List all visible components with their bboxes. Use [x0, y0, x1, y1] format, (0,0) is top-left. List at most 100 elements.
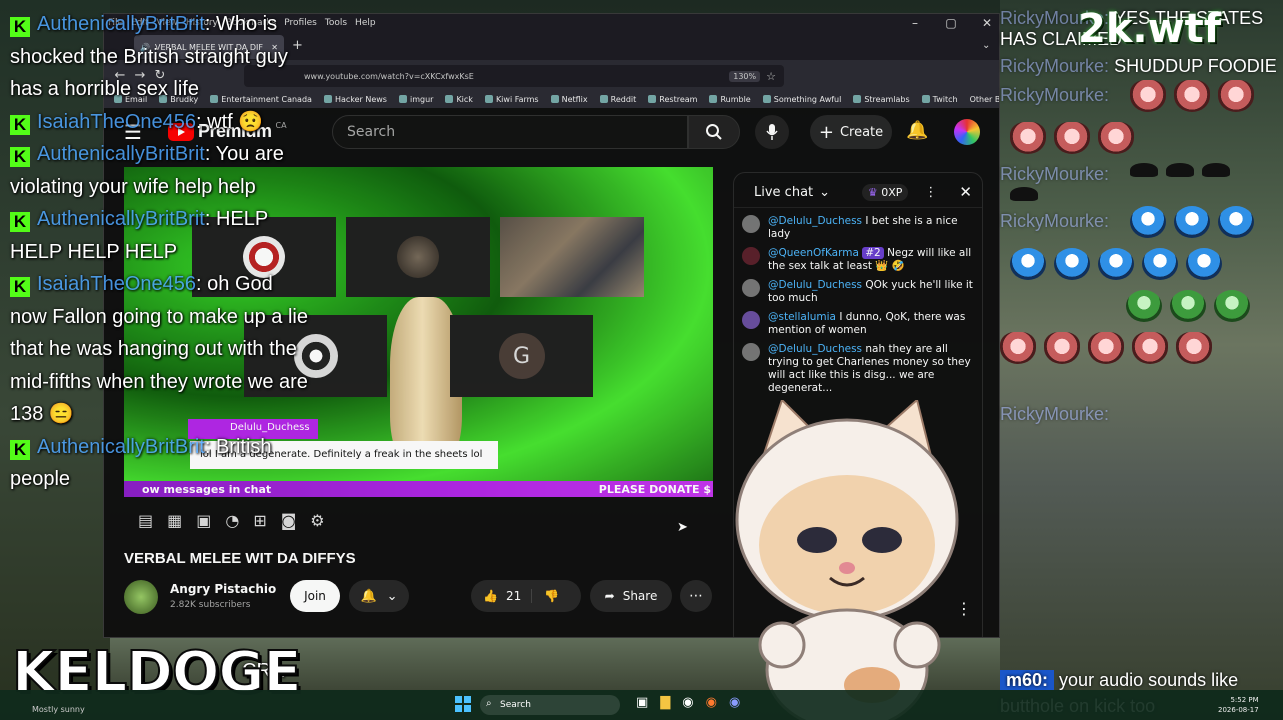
layout-icon[interactable]: ▦	[167, 511, 182, 530]
more-horizontal-icon: ⋯	[689, 588, 703, 604]
live-chat-title[interactable]: Live chat	[754, 185, 813, 200]
weather-widget[interactable]: Mostly sunny	[32, 705, 85, 714]
start-button[interactable]	[455, 696, 471, 712]
search-icon	[706, 124, 722, 140]
bookmark-item[interactable]: Hacker News	[324, 95, 387, 104]
speed-icon[interactable]: ◔	[225, 511, 239, 530]
taskbar-clock[interactable]: 5:52 PM 2026-08-17	[1218, 695, 1259, 715]
overlay-chat-user: RickyMourke:	[1000, 164, 1110, 184]
channel-avatar[interactable]	[124, 580, 158, 614]
chat-user[interactable]: @Delulu_Duchess	[768, 279, 862, 291]
join-button[interactable]: Join	[290, 580, 340, 612]
minimize-icon[interactable]: –	[901, 16, 929, 30]
clock-date: 2026-08-17	[1218, 706, 1259, 714]
chat-avatar	[742, 247, 760, 265]
tab-list-icon[interactable]: ⌄	[982, 40, 990, 51]
player-controls: ▤ ▦ ▣ ◔ ⊞ ◙ ⚙	[138, 511, 325, 530]
microphone-button[interactable]	[755, 115, 789, 149]
emote-icon	[1054, 122, 1090, 154]
search-input[interactable]: Search	[332, 115, 688, 149]
emote-row	[1130, 206, 1280, 238]
xp-badge[interactable]: ♛ 0XP	[861, 183, 909, 201]
search-button[interactable]	[688, 115, 740, 149]
bookmark-item[interactable]: Netflix	[551, 95, 588, 104]
emote-icon	[1186, 248, 1222, 280]
close-chat-icon[interactable]: ✕	[959, 183, 972, 201]
address-bar[interactable]: www.youtube.com/watch?v=cXKCxfwxKsE 130%…	[244, 65, 784, 87]
banner-right-text: PLEASE DONATE $	[598, 483, 711, 496]
firefox-icon[interactable]: ◉	[706, 695, 717, 710]
bookmark-star-icon[interactable]: ☆	[766, 70, 776, 83]
bookmark-item[interactable]: Rumble	[709, 95, 750, 104]
participant-tile: G	[450, 315, 593, 397]
menu-help[interactable]: Help	[355, 18, 376, 28]
like-button[interactable]: 👍 21	[471, 589, 533, 603]
menu-tools[interactable]: Tools	[325, 18, 347, 28]
bookmark-item[interactable]: Something Awful	[763, 95, 842, 104]
other-bookmarks[interactable]: Other Bookmarks	[970, 95, 999, 104]
channel-name[interactable]: Angry Pistachio	[170, 582, 276, 596]
subscribe-bell-button[interactable]: 🔔 ⌄	[349, 580, 409, 612]
bookmark-item[interactable]: Kiwi Farms	[485, 95, 539, 104]
task-view-icon[interactable]: ▣	[636, 695, 648, 710]
more-actions-button[interactable]: ⋯	[680, 580, 712, 612]
video-title: VERBAL MELEE WIT DA DIFFYS	[124, 550, 356, 567]
emote-icon	[1098, 122, 1134, 154]
chat-avatar	[742, 311, 760, 329]
vtuber-cat-avatar	[735, 400, 959, 720]
file-explorer-icon[interactable]: ▇	[660, 695, 670, 710]
xp-value: 0XP	[881, 185, 903, 199]
bookmark-item[interactable]: Kick	[445, 95, 473, 104]
settings-icon[interactable]: ⚙	[310, 511, 324, 530]
plus-icon: +	[818, 121, 834, 143]
account-avatar[interactable]	[954, 119, 980, 145]
thumbs-up-icon: 👍	[483, 589, 498, 603]
notifications-bell-icon[interactable]: 🔔	[906, 120, 928, 141]
participant-camera	[500, 217, 644, 297]
bookmark-item[interactable]: Reddit	[600, 95, 637, 104]
bell-icon: 🔔	[360, 588, 377, 604]
emote-icon	[1218, 206, 1254, 238]
bookmark-item[interactable]: Restream	[648, 95, 697, 104]
overlay-chat-text: wtf 😟	[207, 110, 264, 133]
chat-user[interactable]: @QueenOfKarma	[768, 247, 859, 259]
kick-icon: K	[10, 439, 30, 460]
overlay-chat-user: RickyMourke:	[1000, 56, 1110, 76]
zoom-level[interactable]: 130%	[729, 70, 761, 82]
share-button[interactable]: ➦ Share	[590, 580, 672, 612]
chat-user[interactable]: @Delulu_Duchess	[768, 215, 862, 227]
emote-icon	[1132, 332, 1168, 364]
chrome-icon[interactable]: ◉	[682, 695, 693, 710]
maximize-icon[interactable]: ▢	[937, 16, 965, 30]
dislike-button[interactable]: 👎	[532, 589, 559, 603]
add-icon[interactable]: ⊞	[253, 511, 266, 530]
camera-icon[interactable]: ◙	[281, 511, 297, 530]
close-window-icon[interactable]: ✕	[973, 16, 999, 30]
create-button[interactable]: + Create	[810, 115, 892, 149]
kick-icon: K	[10, 212, 30, 232]
discord-icon[interactable]: ◉	[729, 695, 740, 710]
crop-icon[interactable]: ▣	[196, 511, 211, 530]
chat-message: @QueenOfKarma #2 Negz will like all the …	[734, 244, 982, 276]
overlay-chat-line: RickyMourke: SHUDDUP FOODIE	[1000, 56, 1280, 77]
chat-avatar	[742, 343, 760, 361]
chat-user[interactable]: @stellalumia	[768, 311, 836, 323]
emote-icon	[1088, 332, 1124, 364]
bookmark-item[interactable]: Streamlabs	[853, 95, 909, 104]
chat-message: @Delulu_Duchess I bet she is a nice lady	[734, 212, 982, 244]
taskbar-search[interactable]: ⌕ Search	[480, 695, 620, 715]
taskbar-search-label: Search	[500, 700, 531, 710]
emote-icon	[1054, 248, 1090, 280]
overlay-chat-user: IsaiahTheOne456	[37, 273, 197, 295]
chevron-down-icon[interactable]: ⌄	[819, 185, 830, 200]
emote-icon	[1202, 163, 1230, 177]
like-count: 21	[505, 589, 522, 603]
filters-icon[interactable]: ▤	[138, 511, 153, 530]
chat-user[interactable]: @Delulu_Duchess	[768, 343, 862, 355]
emote-icon	[1010, 187, 1038, 201]
chat-message: @Delulu_Duchess QOk yuck he'll like it t…	[734, 276, 982, 308]
more-vertical-icon[interactable]: ⋮	[924, 185, 937, 200]
microphone-icon	[766, 124, 778, 140]
bookmark-item[interactable]: imgur	[399, 95, 433, 104]
bookmark-item[interactable]: Twitch	[922, 95, 958, 104]
